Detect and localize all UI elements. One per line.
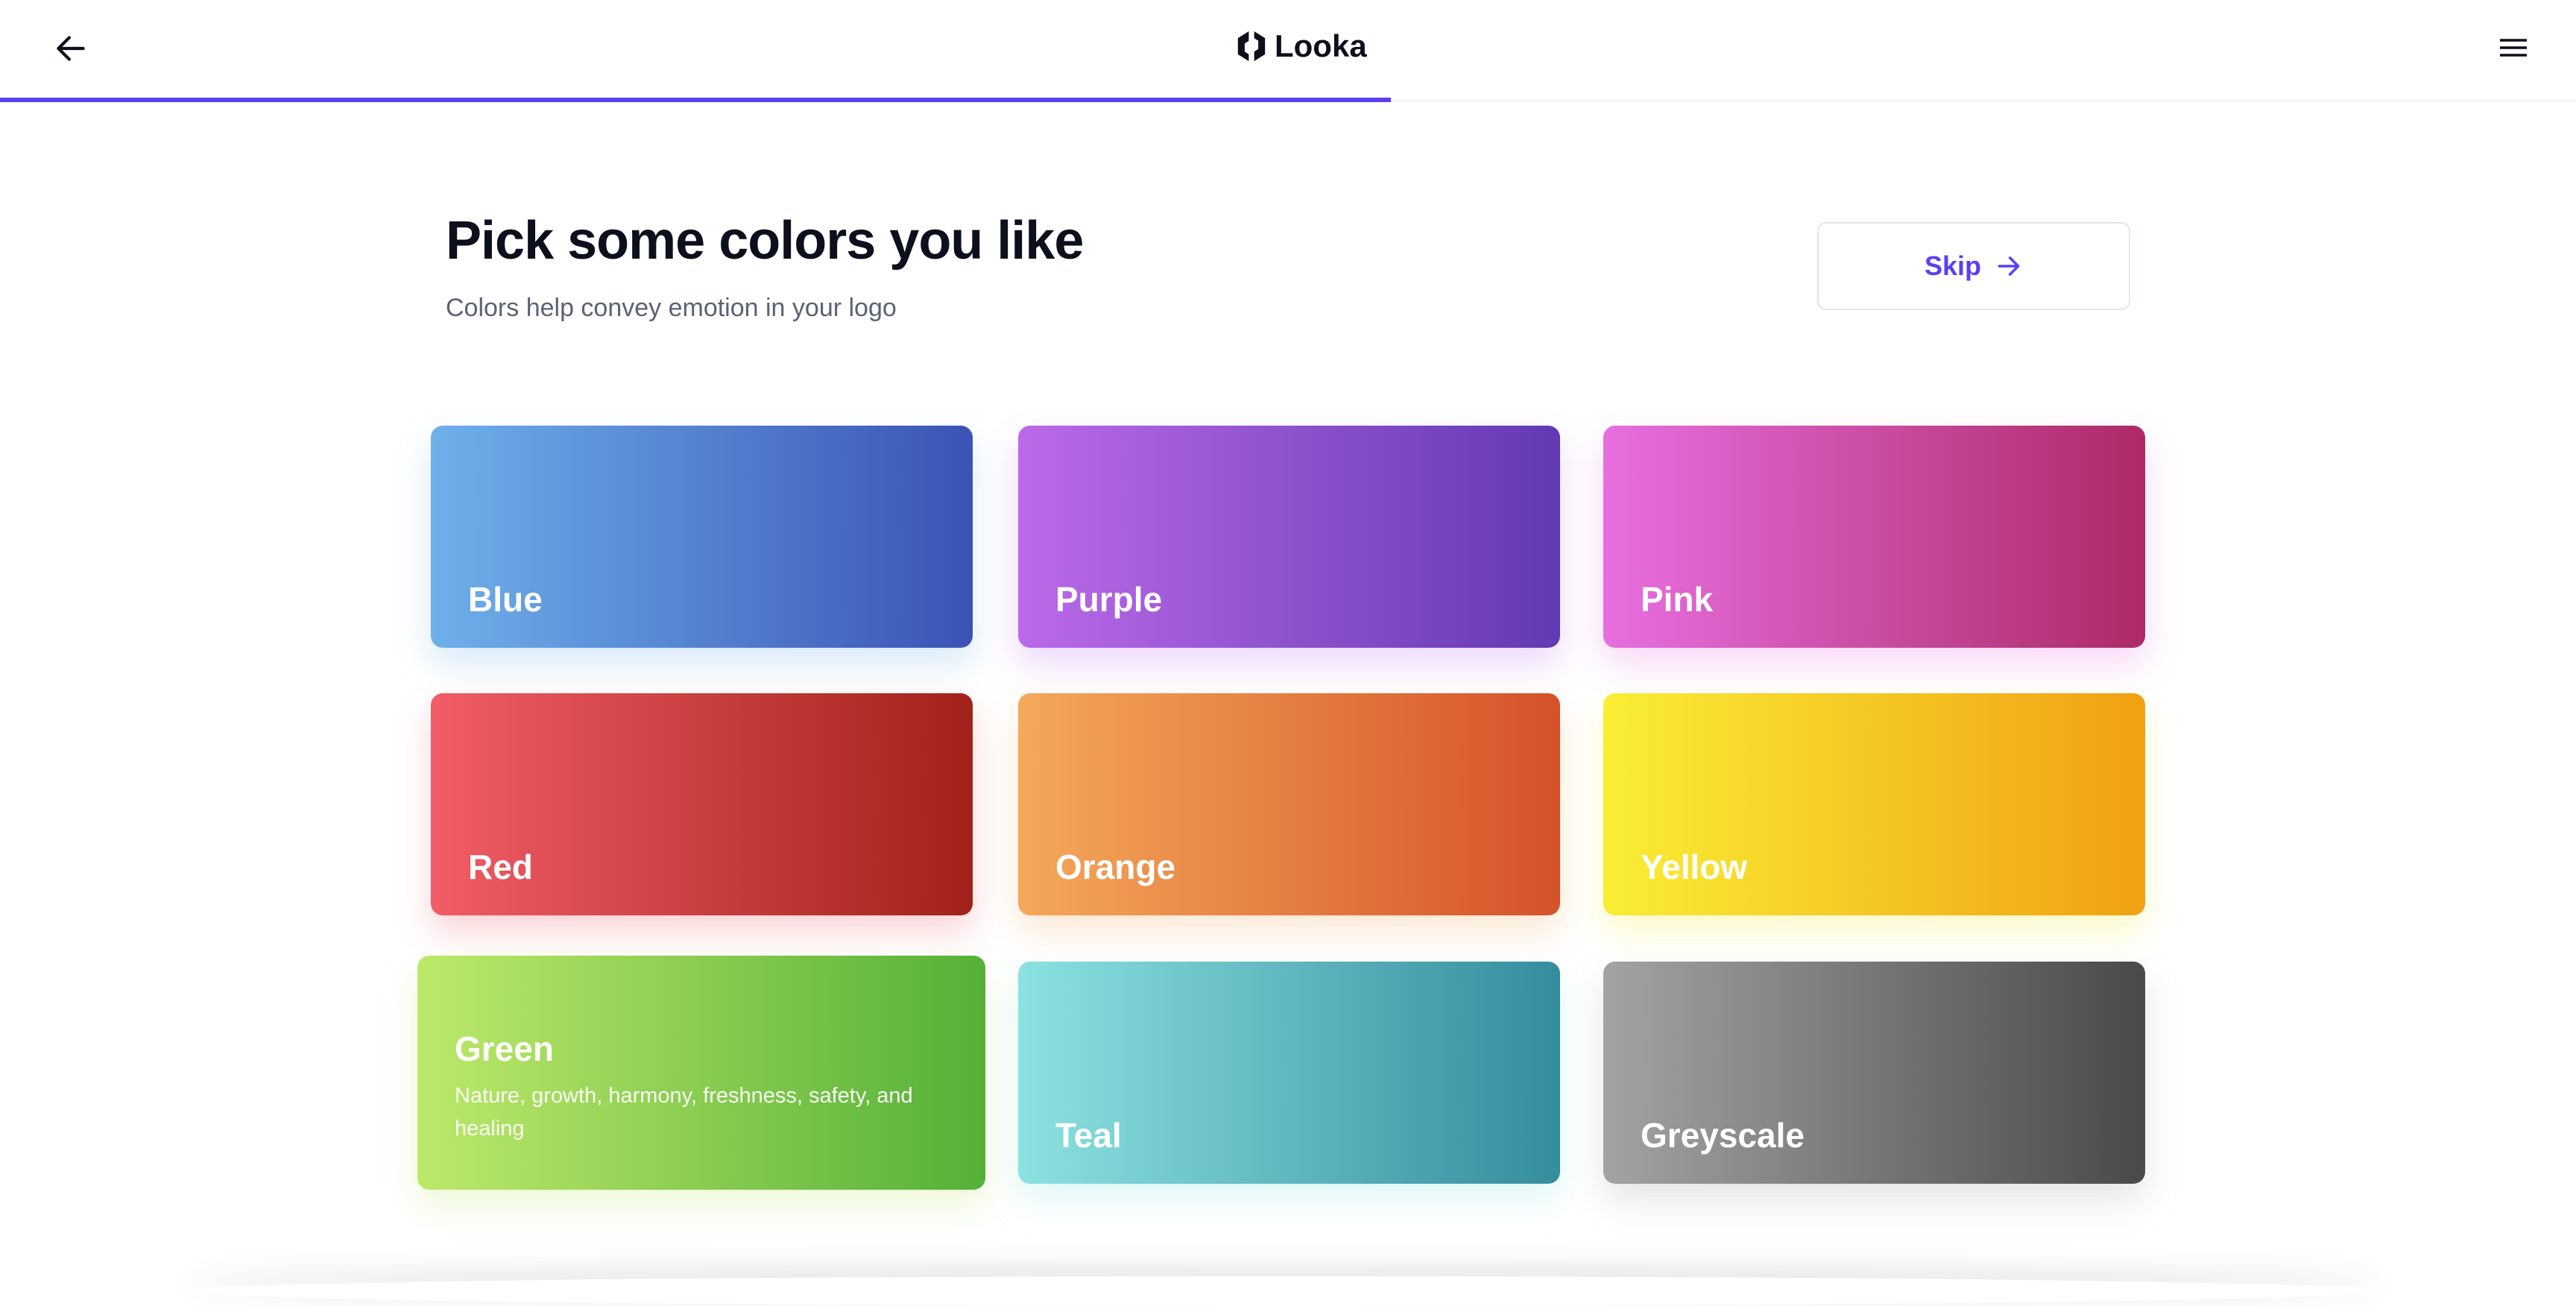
looka-logo-icon [1237, 31, 1266, 61]
color-card-blue[interactable]: Blue [431, 426, 973, 648]
color-card-label: Pink [1641, 580, 1714, 619]
hamburger-menu-icon[interactable] [2497, 33, 2530, 63]
color-card-label: Purple [1055, 580, 1163, 619]
bottom-panel-shadow [186, 1276, 2385, 1306]
color-card-label: Blue [468, 580, 543, 619]
top-bar: Looka [0, 0, 2576, 101]
color-card-orange[interactable]: Orange [1018, 693, 1560, 915]
back-arrow-icon[interactable] [52, 30, 89, 67]
color-card-description: Nature, growth, harmony, freshness, safe… [455, 1084, 913, 1141]
skip-button[interactable]: Skip [1817, 222, 2130, 310]
color-card-label: Orange [1055, 848, 1176, 886]
color-card-label: Teal [1055, 1116, 1122, 1155]
color-card-pink[interactable]: Pink [1603, 426, 2145, 648]
color-card-label: Green [455, 1029, 554, 1068]
color-card-greyscale[interactable]: Greyscale [1603, 962, 2145, 1184]
color-card-label: Greyscale [1641, 1116, 1805, 1155]
color-card-label: Yellow [1641, 848, 1748, 886]
page-title: Pick some colors you like [446, 211, 1084, 271]
color-card-purple[interactable]: Purple [1018, 426, 1560, 648]
color-card-red[interactable]: Red [431, 693, 973, 915]
color-card-teal[interactable]: Teal [1018, 962, 1560, 1184]
color-card-label: Red [468, 848, 533, 886]
brand-name: Looka [1275, 28, 1367, 63]
color-card-green[interactable]: Green Nature, growth, harmony, freshness,… [417, 956, 985, 1190]
skip-label: Skip [1924, 250, 1982, 281]
progress-bar [0, 98, 1392, 102]
looka-logo[interactable]: Looka [1237, 28, 1367, 64]
page-subtitle: Colors help convey emotion in your logo [446, 294, 897, 322]
arrow-right-icon [1998, 256, 2020, 276]
color-card-yellow[interactable]: Yellow [1603, 693, 2145, 915]
